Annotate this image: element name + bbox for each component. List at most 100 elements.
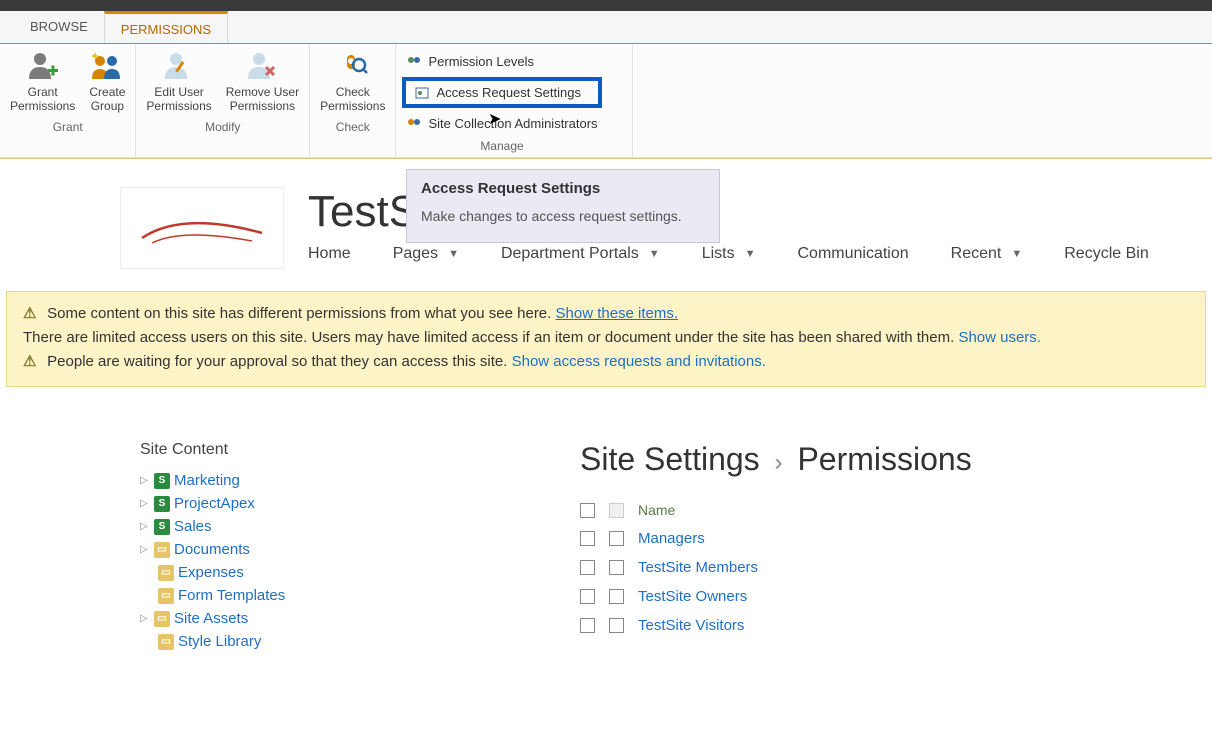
permissions-row-members: TestSite Members	[580, 553, 1172, 582]
banner-line2-text: There are limited access users on this s…	[23, 329, 954, 346]
check-permissions-button[interactable]: Check Permissions	[320, 50, 385, 114]
site-content-title: Site Content	[140, 441, 460, 459]
ribbon: Grant Permissions Create Group Grant Edi…	[0, 44, 1212, 158]
site-content-tree: ▷SMarketing ▷SProjectApex ▷SSales ▷▭Docu…	[140, 469, 460, 653]
expand-icon[interactable]: ▷	[140, 498, 150, 509]
ribbon-group-modify-label: Modify	[146, 114, 299, 138]
nav-lists[interactable]: Lists▼	[702, 245, 756, 263]
expand-icon[interactable]: ▷	[140, 613, 150, 624]
site-collection-admins-link[interactable]: Site Collection Administrators	[402, 114, 601, 133]
breadcrumb-site-settings[interactable]: Site Settings	[580, 441, 760, 477]
tab-permissions[interactable]: PERMISSIONS	[104, 11, 228, 43]
site-icon: S	[154, 519, 170, 535]
header-edit-checkbox	[609, 503, 624, 518]
remove-user-icon	[246, 50, 278, 82]
create-group-button[interactable]: Create Group	[89, 50, 125, 114]
ribbon-group-manage-label: Manage	[402, 133, 601, 157]
folder-icon: ▭	[154, 542, 170, 558]
warning-icon: ⚠	[23, 302, 43, 326]
nav-department-portals[interactable]: Department Portals ▼	[501, 245, 660, 263]
column-header-name[interactable]: Name	[638, 502, 675, 518]
nav-recycle-label: Recycle Bin	[1064, 245, 1148, 263]
expand-icon[interactable]: ▷	[140, 521, 150, 532]
nav-pages-label: Pages	[393, 245, 438, 263]
tree-item-site-assets[interactable]: ▷▭Site Assets	[140, 607, 460, 630]
nav-home-label: Home	[308, 245, 351, 263]
row-checkbox[interactable]	[580, 618, 595, 633]
site-collection-admins-label: Site Collection Administrators	[428, 116, 597, 131]
permission-levels-link[interactable]: Permission Levels	[402, 52, 601, 71]
ribbon-group-check: Check Permissions Check	[310, 44, 396, 157]
tree-item-projectapex[interactable]: ▷SProjectApex	[140, 492, 460, 515]
tree-item-documents[interactable]: ▷▭Documents	[140, 538, 460, 561]
edit-user-label: Edit User Permissions	[146, 86, 211, 114]
tooltip-title: Access Request Settings	[421, 180, 705, 197]
grant-permissions-button[interactable]: Grant Permissions	[10, 50, 75, 114]
folder-icon: ▭	[158, 565, 174, 581]
tree-item-form-templates[interactable]: ▭Form Templates	[158, 584, 460, 607]
nav-communication[interactable]: Communication	[797, 245, 908, 263]
content-row: Site Content ▷SMarketing ▷SProjectApex ▷…	[0, 401, 1212, 653]
permissions-info-banner: ⚠ Some content on this site has differen…	[6, 291, 1206, 387]
settings-request-icon	[414, 86, 430, 100]
chevron-down-icon: ▼	[448, 248, 459, 260]
create-group-label: Create Group	[89, 86, 125, 114]
folder-icon: ▭	[154, 611, 170, 627]
show-these-items-link[interactable]: Show these items.	[556, 305, 679, 322]
tooltip-text: Make changes to access request settings.	[421, 207, 705, 226]
row-edit-checkbox[interactable]	[609, 560, 624, 575]
people-icon	[406, 55, 422, 69]
banner-line1-text: Some content on this site has different …	[47, 305, 551, 322]
ribbon-group-modify: Edit User Permissions Remove User Permis…	[136, 44, 310, 157]
chevron-down-icon: ▼	[1011, 248, 1022, 260]
row-checkbox[interactable]	[580, 589, 595, 604]
grant-permissions-icon	[27, 50, 59, 82]
group-link-managers[interactable]: Managers	[638, 530, 705, 547]
chevron-down-icon: ▼	[649, 248, 660, 260]
ribbon-group-check-label: Check	[320, 114, 385, 138]
row-edit-checkbox[interactable]	[609, 589, 624, 604]
tree-item-sales[interactable]: ▷SSales	[140, 515, 460, 538]
nav-recycle-bin[interactable]: Recycle Bin	[1064, 245, 1148, 263]
tree-item-style-library[interactable]: ▭Style Library	[158, 630, 460, 653]
access-request-settings-label: Access Request Settings	[436, 85, 581, 100]
group-link-owners[interactable]: TestSite Owners	[638, 588, 747, 605]
banner-line3-text: People are waiting for your approval so …	[47, 353, 507, 370]
create-group-icon	[89, 50, 125, 82]
expand-icon[interactable]: ▷	[140, 475, 150, 486]
tree-item-marketing[interactable]: ▷SMarketing	[140, 469, 460, 492]
nav-pages[interactable]: Pages ▼	[393, 245, 459, 263]
row-checkbox[interactable]	[580, 560, 595, 575]
permissions-header-row: Name	[580, 496, 1172, 524]
edit-user-icon	[163, 50, 195, 82]
group-link-visitors[interactable]: TestSite Visitors	[638, 617, 744, 634]
check-permissions-icon	[337, 50, 369, 82]
admins-icon	[406, 117, 422, 131]
permissions-row-owners: TestSite Owners	[580, 582, 1172, 611]
ribbon-tabs: BROWSE PERMISSIONS	[0, 11, 1212, 43]
access-request-settings-link[interactable]: Access Request Settings	[402, 77, 601, 108]
permission-levels-label: Permission Levels	[428, 54, 534, 69]
access-request-tooltip: Access Request Settings Make changes to …	[406, 169, 720, 243]
remove-user-permissions-button[interactable]: Remove User Permissions	[226, 50, 299, 114]
row-edit-checkbox[interactable]	[609, 618, 624, 633]
nav-home[interactable]: Home	[308, 245, 351, 263]
group-link-members[interactable]: TestSite Members	[638, 559, 758, 576]
nav-department-label: Department Portals	[501, 245, 639, 263]
nav-recent[interactable]: Recent▼	[951, 245, 1023, 263]
tree-label: Form Templates	[178, 587, 285, 604]
select-all-checkbox[interactable]	[580, 503, 595, 518]
site-logo[interactable]	[120, 187, 284, 269]
nav-lists-label: Lists	[702, 245, 735, 263]
show-users-link[interactable]: Show users.	[958, 329, 1041, 346]
expand-icon[interactable]: ▷	[140, 544, 150, 555]
tree-item-expenses[interactable]: ▭Expenses	[158, 561, 460, 584]
ribbon-group-grant-label: Grant	[10, 114, 125, 138]
tab-browse[interactable]: BROWSE	[14, 11, 104, 43]
remove-user-label: Remove User Permissions	[226, 86, 299, 114]
row-edit-checkbox[interactable]	[609, 531, 624, 546]
row-checkbox[interactable]	[580, 531, 595, 546]
show-access-requests-link[interactable]: Show access requests and invitations.	[512, 353, 766, 370]
edit-user-permissions-button[interactable]: Edit User Permissions	[146, 50, 211, 114]
tree-label: Expenses	[178, 564, 244, 581]
